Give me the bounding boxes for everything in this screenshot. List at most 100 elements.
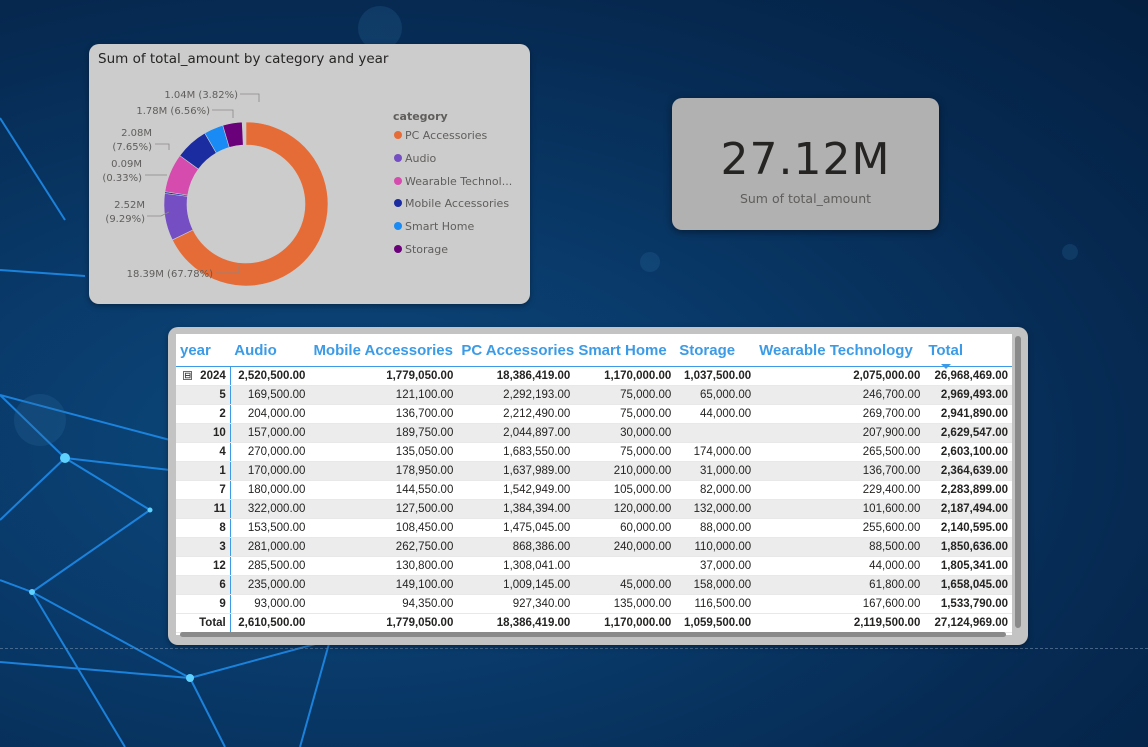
matrix-table: year Audio Mobile Accessories PC Accesso… — [176, 334, 1012, 633]
table-cell: 130,800.00 — [309, 556, 458, 576]
row-header-cell: 11 — [176, 499, 231, 519]
data-label-wearable-technology: 2.08M — [121, 128, 152, 139]
table-cell: 30,000.00 — [574, 423, 676, 443]
table-row[interactable]: 5 169,500.00 121,100.00 2,292,193.00 75,000.… — [176, 385, 1012, 405]
table-cell: 210,000.00 — [574, 461, 676, 481]
legend-item-smart-home[interactable]: Smart Home — [394, 220, 474, 233]
row-header-cell: 9 — [176, 594, 231, 614]
matrix-table-container: year Audio Mobile Accessories PC Accesso… — [176, 334, 1012, 635]
table-cell: 127,500.00 — [309, 499, 458, 519]
table-cell: 18,386,419.00 — [457, 613, 575, 633]
table-cell: 927,340.00 — [457, 594, 575, 614]
table-cell: 88,500.00 — [755, 537, 925, 557]
table-cell: 2,212,490.00 — [457, 404, 575, 424]
table-row[interactable]: 10 157,000.00 189,750.00 2,044,897.00 30,000… — [176, 423, 1012, 443]
total-row[interactable]: Total 2,610,500.00 1,779,050.00 18,386,419.… — [176, 613, 1012, 633]
table-cell: 2,044,897.00 — [457, 423, 575, 443]
table-row[interactable]: 9 93,000.00 94,350.00 927,340.00 135,000.00 1… — [176, 594, 1012, 614]
table-cell: 285,500.00 — [230, 556, 310, 576]
row-header-cell: ⊟ 2024 — [176, 366, 231, 386]
year-subtotal-row[interactable]: ⊟ 2024 2,520,500.00 1,779,050.00 18,386,419.… — [176, 366, 1012, 386]
table-cell: 2,075,000.00 — [755, 366, 925, 386]
data-label-small-slice: 0.09M — [111, 159, 142, 170]
table-row[interactable]: 6 235,000.00 149,100.00 1,009,145.00 45,000.… — [176, 575, 1012, 595]
table-cell: 101,600.00 — [755, 499, 925, 519]
legend-item-audio[interactable]: Audio — [394, 152, 437, 165]
legend-item-mobile-accessories[interactable]: Mobile Accessories — [394, 197, 509, 210]
row-header-cell: 6 — [176, 575, 231, 595]
kpi-label: Sum of total_amount — [739, 191, 872, 206]
table-cell: 44,000.00 — [675, 404, 756, 424]
table-cell: 82,000.00 — [675, 480, 756, 500]
svg-text:Wearable Technol...: Wearable Technol... — [405, 175, 512, 188]
table-cell — [675, 423, 756, 443]
column-header-wearable-technology[interactable]: Wearable Technology — [755, 334, 925, 367]
table-cell: 169,500.00 — [230, 385, 310, 405]
table-cell: 149,100.00 — [309, 575, 458, 595]
row-header-cell: 1 — [176, 461, 231, 481]
donut-chart-card[interactable]: Sum of total_amount by category and year… — [89, 44, 530, 304]
table-cell: 135,000.00 — [574, 594, 676, 614]
row-total-cell: 1,533,790.00 — [924, 594, 1012, 614]
vertical-scrollbar[interactable] — [1015, 336, 1021, 628]
matrix-card[interactable]: year Audio Mobile Accessories PC Accesso… — [168, 327, 1028, 645]
horizontal-scrollbar[interactable] — [180, 632, 1006, 637]
legend-dot-icon — [394, 177, 402, 185]
row-header-cell: 5 — [176, 385, 231, 405]
row-total-cell: 2,969,493.00 — [924, 385, 1012, 405]
column-header-audio[interactable]: Audio — [230, 334, 310, 367]
table-cell: 132,000.00 — [675, 499, 756, 519]
table-cell: 265,500.00 — [755, 442, 925, 462]
row-total-cell: 2,187,494.00 — [924, 499, 1012, 519]
data-label-audio-pct: (9.29%) — [105, 214, 145, 225]
table-cell: 1,170,000.00 — [574, 366, 676, 386]
row-header-cell: 4 — [176, 442, 231, 462]
table-cell: 1,170,000.00 — [574, 613, 676, 633]
table-cell: 61,800.00 — [755, 575, 925, 595]
row-total-cell: 26,968,469.00 — [924, 366, 1012, 386]
svg-text:PC Accessories: PC Accessories — [405, 129, 488, 142]
table-row[interactable]: 8 153,500.00 108,450.00 1,475,045.00 60,000.… — [176, 518, 1012, 538]
table-row[interactable]: 2 204,000.00 136,700.00 2,212,490.00 75,000.… — [176, 404, 1012, 424]
row-header-cell: 8 — [176, 518, 231, 538]
row-header-label: 2024 — [200, 370, 226, 382]
data-label-pc-accessories: 18.39M (67.78%) — [127, 269, 213, 280]
legend-item-wearable-technology[interactable]: Wearable Technol... — [394, 175, 512, 188]
data-label-mobile-accessories: 1.78M (6.56%) — [136, 106, 210, 117]
column-header-pc-accessories[interactable]: PC Accessories — [457, 334, 575, 367]
table-row[interactable]: 7 180,000.00 144,550.00 1,542,949.00 105,000… — [176, 480, 1012, 500]
row-total-cell: 2,603,100.00 — [924, 442, 1012, 462]
table-cell: 18,386,419.00 — [457, 366, 575, 386]
legend-item-storage[interactable]: Storage — [394, 243, 448, 256]
row-header-cell: 3 — [176, 537, 231, 557]
table-cell: 2,610,500.00 — [230, 613, 310, 633]
table-cell: 157,000.00 — [230, 423, 310, 443]
data-label-small-slice-pct: (0.33%) — [102, 173, 142, 184]
column-header-year[interactable]: year — [176, 334, 231, 367]
kpi-card[interactable]: 27.12M Sum of total_amount — [672, 98, 939, 230]
table-cell: 93,000.00 — [230, 594, 310, 614]
table-cell: 1,475,045.00 — [457, 518, 575, 538]
column-header-smart-home[interactable]: Smart Home — [574, 334, 676, 367]
data-label-audio: 2.52M — [114, 200, 145, 211]
row-total-cell: 1,805,341.00 — [924, 556, 1012, 576]
sort-descending-icon[interactable] — [941, 364, 951, 369]
table-cell — [574, 556, 676, 576]
column-header-total[interactable]: Total — [924, 334, 1012, 367]
table-row[interactable]: 3 281,000.00 262,750.00 868,386.00 240,000.0… — [176, 537, 1012, 557]
table-cell: 136,700.00 — [755, 461, 925, 481]
table-cell: 262,750.00 — [309, 537, 458, 557]
table-row[interactable]: 1 170,000.00 178,950.00 1,637,989.00 210,000… — [176, 461, 1012, 481]
table-cell: 246,700.00 — [755, 385, 925, 405]
legend-item-pc-accessories[interactable]: PC Accessories — [394, 129, 488, 142]
column-header-storage[interactable]: Storage — [675, 334, 756, 367]
data-label-wearable-technology-pct: (7.65%) — [112, 142, 152, 153]
table-cell: 178,950.00 — [309, 461, 458, 481]
collapse-icon[interactable]: ⊟ — [183, 371, 193, 381]
table-cell: 75,000.00 — [574, 385, 676, 405]
kpi-value: 27.12M — [720, 134, 891, 185]
column-header-mobile-accessories[interactable]: Mobile Accessories — [309, 334, 458, 367]
table-row[interactable]: 12 285,500.00 130,800.00 1,308,041.00 37,000… — [176, 556, 1012, 576]
table-row[interactable]: 11 322,000.00 127,500.00 1,384,394.00 120,00… — [176, 499, 1012, 519]
table-row[interactable]: 4 270,000.00 135,050.00 1,683,550.00 75,000.… — [176, 442, 1012, 462]
